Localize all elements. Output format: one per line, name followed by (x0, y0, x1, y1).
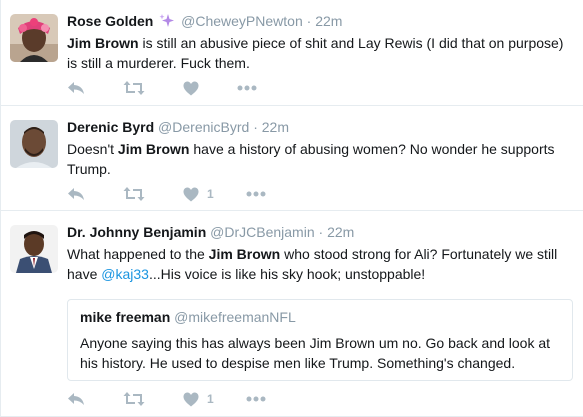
quoted-tweet-text: Anyone saying this has always been Jim B… (80, 335, 551, 371)
tweet-timestamp[interactable]: 22m (315, 13, 342, 29)
tweet-author-handle[interactable]: @DerenicByrd (158, 119, 249, 135)
reply-button[interactable] (67, 391, 85, 407)
reply-icon (68, 82, 84, 94)
tweet-text-segment: ...His voice is like his sky hook; unsto… (148, 266, 426, 282)
like-count: 1 (207, 187, 214, 201)
tweet-text-segment: is still an abusive piece of shit and La… (67, 35, 564, 71)
reply-icon (68, 188, 84, 200)
tweet[interactable]: Dr. Johnny Benjamin @DrJCBenjamin · 22m … (1, 211, 583, 417)
tweet[interactable]: Rose Golden @CheweyPNewton · 22m Jim Bro… (1, 0, 583, 106)
tweet-timestamp[interactable]: 22m (327, 224, 354, 240)
like-count: 1 (207, 392, 214, 406)
separator-dot: · (306, 13, 312, 29)
tweet-text-bold: Jim Brown (67, 35, 139, 51)
like-button[interactable]: 1 (183, 392, 214, 407)
tweet-text: Jim Brown is still an abusive piece of s… (67, 33, 571, 73)
sparkles-icon (159, 13, 175, 29)
retweet-button[interactable] (123, 80, 145, 96)
more-button[interactable] (246, 396, 266, 402)
retweet-icon (123, 81, 145, 95)
heart-icon (183, 81, 199, 95)
tweet-author-handle[interactable]: @CheweyPNewton (181, 13, 303, 29)
reply-icon (68, 393, 84, 405)
tweet-feed: Rose Golden @CheweyPNewton · 22m Jim Bro… (0, 0, 583, 417)
retweet-button[interactable] (123, 186, 145, 202)
reply-button[interactable] (67, 186, 85, 202)
like-button[interactable] (183, 81, 199, 96)
avatar[interactable] (10, 14, 58, 62)
mention-link[interactable]: @kaj33 (101, 266, 149, 282)
tweet-text-bold: Jim Brown (117, 141, 190, 157)
quoted-tweet[interactable]: mike freeman @mikefreemanNFL Anyone sayi… (67, 299, 573, 381)
more-button[interactable] (237, 85, 257, 91)
tweet-author-name[interactable]: Rose Golden (67, 13, 153, 29)
tweet[interactable]: Derenic Byrd @DerenicByrd · 22m Doesn't … (1, 106, 583, 211)
tweet-text: What happened to the Jim Brown who stood… (67, 244, 571, 284)
tweet-text-bold: Jim Brown (208, 246, 281, 262)
tweet-text-segment: Doesn't (67, 141, 118, 157)
heart-icon (183, 187, 199, 201)
retweet-icon (123, 392, 145, 406)
retweet-button[interactable] (123, 391, 145, 407)
like-button[interactable]: 1 (183, 187, 214, 202)
more-icon (246, 191, 266, 197)
more-icon (237, 85, 257, 91)
separator-dot: · (318, 224, 324, 240)
tweet-author-name[interactable]: Dr. Johnny Benjamin (67, 224, 206, 240)
heart-icon (183, 392, 199, 406)
tweet-author-handle[interactable]: @DrJCBenjamin (210, 224, 314, 240)
tweet-text: Doesn't Jim Brown have a history of abus… (67, 139, 571, 179)
avatar[interactable] (10, 225, 58, 273)
separator-dot: · (253, 119, 258, 135)
quoted-author-handle[interactable]: @mikefreemanNFL (174, 309, 296, 325)
tweet-author-name[interactable]: Derenic Byrd (67, 119, 154, 135)
more-button[interactable] (246, 191, 266, 197)
quoted-author-name[interactable]: mike freeman (80, 309, 170, 325)
tweet-text-segment: What happened to the (67, 246, 209, 262)
retweet-icon (123, 187, 145, 201)
tweet-timestamp[interactable]: 22m (262, 119, 289, 135)
reply-button[interactable] (67, 80, 85, 96)
avatar[interactable] (10, 120, 58, 168)
more-icon (246, 396, 266, 402)
